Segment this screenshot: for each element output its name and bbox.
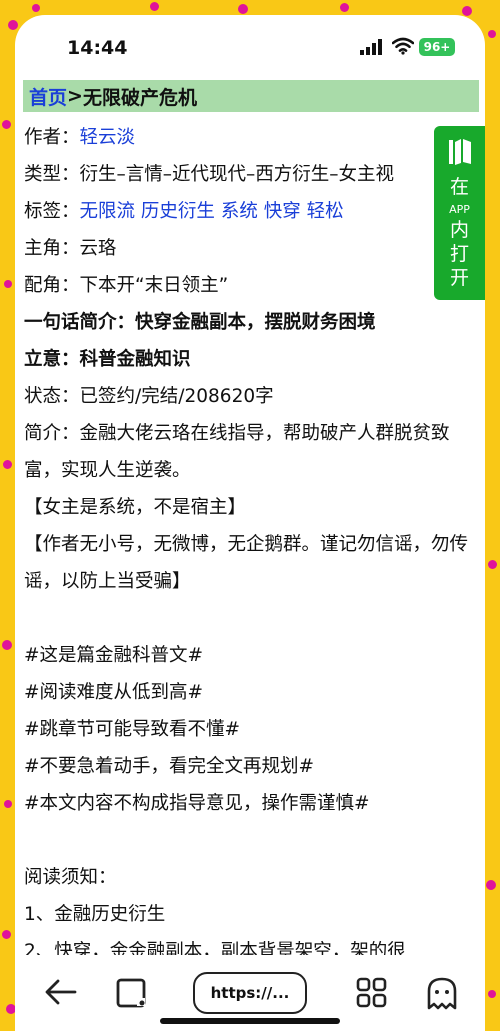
bg-dot	[488, 30, 496, 38]
theme-value: 科普金融知识	[79, 349, 191, 370]
tag-link[interactable]: 系统	[221, 201, 258, 222]
wifi-icon	[392, 37, 414, 55]
intro-row: 简介：金融大佬云珞在线指导，帮助破产人群脱贫致富，实现人生逆袭。	[24, 415, 476, 489]
bg-dot	[340, 3, 349, 12]
back-arrow-icon[interactable]	[43, 976, 79, 1008]
note-author: 【作者无小号，无微博，无企鹅群。谨记勿信谣，勿传谣，以防上当受骗】	[24, 534, 469, 592]
theme-label: 立意：	[24, 349, 80, 370]
support-label: 配角：	[24, 275, 80, 296]
bg-dot	[488, 560, 497, 569]
type-row: 类型：衍生–言情–近代现代–西方衍生–女主视	[24, 156, 476, 193]
support-value: 下本开“末日领主”	[79, 275, 229, 296]
status-row: 状态：已签约/完结/208620字	[24, 378, 476, 415]
tags-row: 标签：无限流 历史衍生 系统 快穿 轻松	[24, 193, 476, 230]
url-bar[interactable]: https://...	[193, 972, 307, 1014]
ghost-icon[interactable]	[425, 976, 459, 1012]
author-link[interactable]: 轻云淡	[80, 127, 136, 148]
tag-link[interactable]: 无限流	[80, 201, 136, 222]
hashtag-line: #跳章节可能导致看不懂#	[24, 719, 241, 740]
tabs-icon[interactable]	[115, 976, 149, 1010]
breadcrumb-current: 无限破产危机	[82, 86, 197, 109]
breadcrumb-home-link[interactable]: 首页	[29, 83, 67, 110]
type-label: 类型：	[24, 164, 80, 185]
breadcrumb-separator: >	[67, 85, 83, 107]
bg-dot	[2, 120, 11, 129]
home-indicator[interactable]	[160, 1018, 340, 1024]
bg-dot	[4, 280, 12, 288]
intro-label: 简介：	[24, 423, 80, 444]
open-app-text-2: APP	[449, 203, 470, 216]
hashtag-line: #这是篇金融科普文#	[24, 645, 204, 666]
tags-label: 标签：	[24, 201, 80, 222]
bg-dot	[150, 2, 159, 11]
battery-level: 96+	[423, 40, 451, 54]
url-text: https://...	[210, 984, 290, 1002]
bg-dot	[3, 460, 12, 469]
notice-title: 阅读须知：	[24, 867, 117, 888]
bg-dot	[2, 640, 12, 650]
author-label: 作者：	[24, 127, 80, 148]
bg-dot	[488, 990, 496, 998]
status-bar: 14:44 96+	[15, 15, 485, 77]
bg-dot	[486, 880, 496, 890]
note-system: 【女主是系统，不是宿主】	[24, 497, 247, 518]
type-value: 衍生–言情–近代现代–西方衍生–女主视	[79, 164, 395, 185]
lead-value: 云珞	[79, 238, 117, 259]
bg-dot	[238, 4, 248, 14]
bg-dot	[4, 800, 12, 808]
support-row: 配角：下本开“末日领主”	[24, 267, 476, 304]
open-app-text-3: 内打开	[449, 219, 469, 289]
hashtag-line: #本文内容不构成指导意见，操作需谨慎#	[24, 793, 370, 814]
lead-label: 主角：	[24, 238, 80, 259]
author-row: 作者：轻云淡	[24, 119, 476, 156]
hashtag-line: #不要急着动手，看完全文再规划#	[24, 756, 315, 777]
oneliner-value: 快穿金融副本，摆脱财务困境	[135, 312, 376, 333]
tag-link[interactable]: 轻松	[307, 201, 344, 222]
book-info: 作者：轻云淡 类型：衍生–言情–近代现代–西方衍生–女主视 标签：无限流 历史衍…	[24, 119, 476, 970]
lead-row: 主角：云珞	[24, 230, 476, 267]
status-time: 14:44	[67, 37, 128, 59]
signal-icon	[360, 39, 382, 55]
breadcrumb: 首页 > 无限破产危机	[23, 80, 479, 112]
oneliner-label: 一句话简介：	[24, 312, 136, 333]
notice-item: 1、金融历史衍生	[24, 904, 166, 925]
oneliner-row: 一句话简介：快穿金融副本，摆脱财务困境	[24, 304, 476, 341]
battery-indicator: 96+	[419, 38, 455, 56]
hashtag-line: #阅读难度从低到高#	[24, 682, 204, 703]
intro-value: 金融大佬云珞在线指导，帮助破产人群脱贫致富，实现人生逆袭。	[24, 423, 450, 481]
open-app-text-1: 在	[449, 176, 469, 198]
open-in-app-button[interactable]: 在 APP 内打开	[434, 126, 485, 300]
status-value: 已签约/完结/208620字	[79, 386, 274, 407]
bg-dot	[32, 4, 40, 12]
tag-link[interactable]: 快穿	[264, 201, 301, 222]
book-icon	[448, 139, 471, 165]
tag-link[interactable]: 历史衍生	[141, 201, 215, 222]
bg-dot	[2, 930, 11, 939]
grid-menu-icon[interactable]	[355, 976, 389, 1010]
theme-row: 立意：科普金融知识	[24, 341, 476, 378]
status-label: 状态：	[24, 386, 80, 407]
phone-screen: 14:44 96+ 首页 > 无限破产危机 作者：轻云淡 类型：衍生–言情–近代…	[15, 15, 485, 1031]
